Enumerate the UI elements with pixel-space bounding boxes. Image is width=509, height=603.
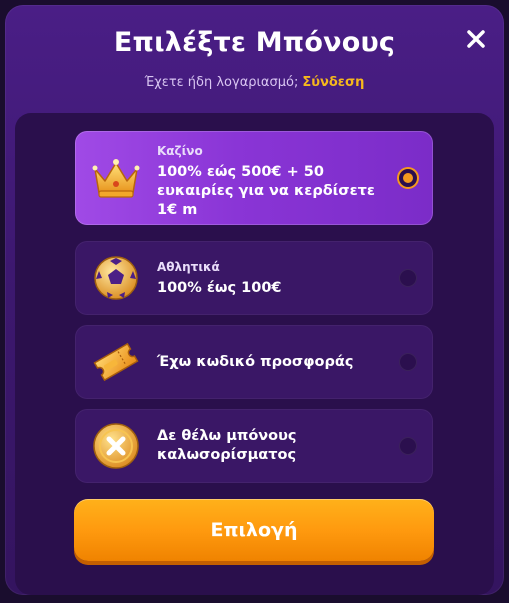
bonus-modal: Επιλέξτε Μπόνους Έχετε ήδη λογαριασμό; Σύ… [5, 5, 504, 595]
no-bonus-coin-icon [93, 423, 139, 469]
select-button[interactable]: Επιλογή [74, 499, 434, 561]
crown-icon [92, 159, 140, 198]
radio-selected[interactable] [399, 169, 417, 187]
option-description: Δε θέλω μπόνους καλωσορίσματος [157, 428, 297, 463]
radio-unselected[interactable] [399, 437, 417, 455]
bonus-option-no-bonus[interactable]: Δε θέλω μπόνους καλωσορίσματος [75, 409, 433, 483]
login-prompt-text: Έχετε ήδη λογαριασμό; [144, 75, 299, 90]
option-description: 100% έως 100€ [157, 280, 282, 296]
modal-title: Επιλέξτε Μπόνους [113, 27, 396, 58]
option-description: 100% εώς 500€ + 50 ευκαιρίες για να κερδ… [157, 164, 375, 218]
ticket-icon [93, 342, 139, 382]
login-prompt-row: Έχετε ήδη λογαριασμό; Σύνδεση [5, 75, 504, 90]
bonus-option-promo-code[interactable]: Έχω κωδικό προσφοράς [75, 325, 433, 399]
option-category: Αθλητικά [157, 260, 220, 274]
option-category: Καζίνο [157, 144, 203, 158]
radio-unselected[interactable] [399, 353, 417, 371]
radio-unselected[interactable] [399, 269, 417, 287]
close-icon[interactable] [464, 27, 488, 51]
login-link[interactable]: Σύνδεση [302, 75, 364, 90]
bonus-option-sports[interactable]: Αθλητικά 100% έως 100€ [75, 241, 433, 315]
soccer-ball-icon [94, 256, 138, 300]
option-description: Έχω κωδικό προσφοράς [157, 354, 354, 370]
bonus-option-casino[interactable]: Καζίνο 100% εώς 500€ + 50 ευκαιρίες για … [75, 131, 433, 225]
